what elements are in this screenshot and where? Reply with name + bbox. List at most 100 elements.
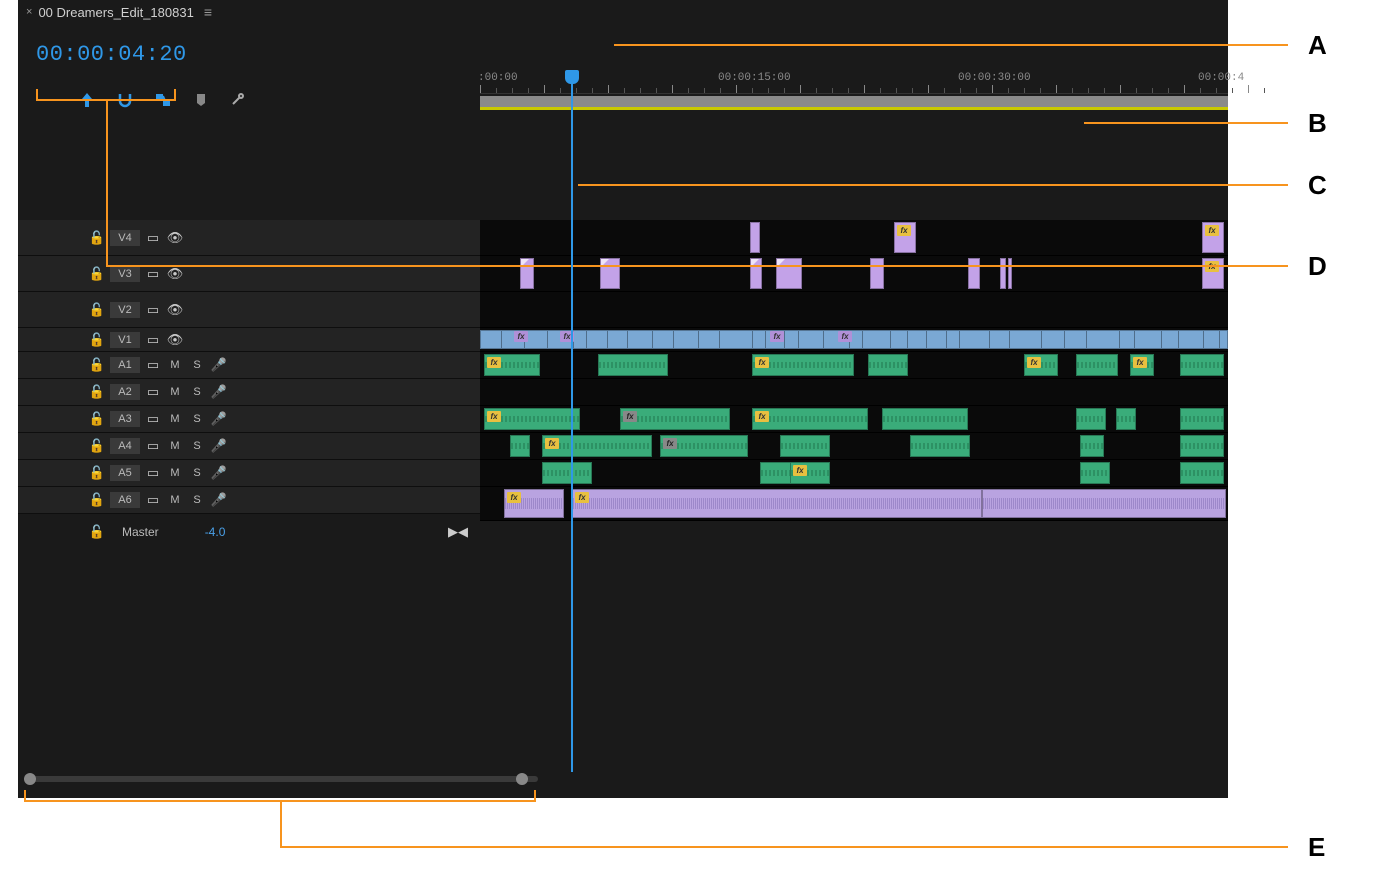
clip[interactable] [1080,435,1104,457]
clip[interactable] [480,330,1228,349]
clip[interactable] [520,258,534,289]
clip[interactable]: fx [484,354,540,376]
mute-button[interactable]: M [166,467,184,479]
sync-lock-icon[interactable]: ▭ [144,230,162,246]
toggle-output-icon[interactable]: 👁 [166,302,184,318]
clip[interactable]: fx [572,489,982,518]
lock-icon[interactable]: 🔓 [88,384,106,400]
time-ruler[interactable]: :00:0000:00:15:0000:00:30:0000:00:4 [480,70,1228,130]
solo-button[interactable]: S [188,467,206,479]
track-content-a6[interactable]: fxfx [480,487,1228,521]
clip[interactable]: fx [484,408,580,430]
clip[interactable] [1076,354,1118,376]
solo-button[interactable]: S [188,386,206,398]
track-header-v2[interactable]: 🔓 V2 ▭ 👁 [18,292,480,328]
track-label[interactable]: A1 [110,357,140,373]
sync-lock-icon[interactable]: ▭ [144,384,162,400]
lock-icon[interactable]: 🔓 [88,492,106,508]
voice-over-icon[interactable]: 🎤 [210,438,228,454]
voice-over-icon[interactable]: 🎤 [210,492,228,508]
track-header-a3[interactable]: 🔓 A3 ▭ M S 🎤 [18,406,480,433]
sync-lock-icon[interactable]: ▭ [144,332,162,348]
track-header-a2[interactable]: 🔓 A2 ▭ M S 🎤 [18,379,480,406]
track-label[interactable]: A5 [110,465,140,481]
voice-over-icon[interactable]: 🎤 [210,411,228,427]
toggle-output-icon[interactable]: 👁 [166,266,184,282]
clip[interactable]: fx [752,408,868,430]
track-label[interactable]: V4 [110,230,140,246]
clip[interactable] [1180,354,1224,376]
track-label[interactable]: A3 [110,411,140,427]
track-label[interactable]: A4 [110,438,140,454]
solo-button[interactable]: S [188,359,206,371]
lock-icon[interactable]: 🔓 [88,411,106,427]
clip[interactable]: fx [752,354,854,376]
clip[interactable] [1000,258,1006,289]
track-label[interactable]: V3 [110,266,140,282]
toggle-output-icon[interactable]: 👁 [166,332,184,348]
solo-button[interactable]: S [188,440,206,452]
track-content-v4[interactable]: fx fx [480,220,1228,256]
clip[interactable]: fx [894,222,916,253]
track-content-a4[interactable]: fxfx [480,433,1228,460]
clip[interactable] [882,408,968,430]
zoom-handle-left[interactable] [24,773,36,785]
clip[interactable] [750,258,762,289]
sync-lock-icon[interactable]: ▭ [144,302,162,318]
lock-icon[interactable]: 🔓 [88,302,106,318]
clip[interactable] [1076,408,1106,430]
lock-icon[interactable]: 🔓 [88,438,106,454]
clip[interactable] [750,222,760,253]
voice-over-icon[interactable]: 🎤 [210,357,228,373]
zoom-handle-right[interactable] [516,773,528,785]
clip[interactable] [910,435,970,457]
clip[interactable]: fx [620,408,730,430]
add-marker-icon[interactable] [192,91,210,109]
clip[interactable]: fx [1130,354,1154,376]
clip[interactable]: fx [542,435,652,457]
voice-over-icon[interactable]: 🎤 [210,465,228,481]
mute-button[interactable]: M [166,440,184,452]
track-label[interactable]: A6 [110,492,140,508]
track-header-a5[interactable]: 🔓 A5 ▭ M S 🎤 [18,460,480,487]
clip[interactable] [598,354,668,376]
lock-icon[interactable]: 🔓 [88,465,106,481]
track-label[interactable]: V1 [110,332,140,348]
clip[interactable] [1180,408,1224,430]
track-header-a1[interactable]: 🔓 A1 ▭ M S 🎤 [18,352,480,379]
track-content-v3[interactable]: fx [480,256,1228,292]
track-label[interactable]: V2 [110,302,140,318]
clip[interactable]: fx [1024,354,1058,376]
track-header-v3[interactable]: 🔓 V3 ▭ 👁 [18,256,480,292]
zoom-slider[interactable] [18,772,538,784]
track-content-v2[interactable] [480,292,1228,328]
clip[interactable] [968,258,980,289]
mute-button[interactable]: M [166,386,184,398]
lock-icon[interactable]: 🔓 [88,332,106,348]
track-header-v4[interactable]: 🔓 V4 ▭ 👁 [18,220,480,256]
sync-lock-icon[interactable]: ▭ [144,492,162,508]
track-header-a4[interactable]: 🔓 A4 ▭ M S 🎤 [18,433,480,460]
track-content-a2[interactable] [480,379,1228,406]
mute-button[interactable]: M [166,359,184,371]
clip[interactable] [776,258,802,289]
playhead-indicator[interactable] [565,70,579,84]
clip[interactable] [510,435,530,457]
clip[interactable]: fx [504,489,564,518]
sync-lock-icon[interactable]: ▭ [144,266,162,282]
master-track-header[interactable]: 🔓 Master -4.0 ▶◀ [18,514,480,550]
track-content-a5[interactable]: fx [480,460,1228,487]
mute-button[interactable]: M [166,413,184,425]
clip[interactable]: fx [1202,258,1224,289]
lock-icon[interactable]: 🔓 [88,266,106,282]
solo-button[interactable]: S [188,413,206,425]
master-output-icon[interactable]: ▶◀ [448,524,468,540]
current-timecode-display[interactable]: 00:00:04:20 [36,42,468,67]
clip[interactable] [870,258,884,289]
sync-lock-icon[interactable]: ▭ [144,411,162,427]
clip[interactable] [1116,408,1136,430]
clip[interactable]: fx [1202,222,1224,253]
zoom-track[interactable] [30,776,538,782]
clip[interactable]: fx [790,462,830,484]
clip[interactable] [1180,462,1224,484]
